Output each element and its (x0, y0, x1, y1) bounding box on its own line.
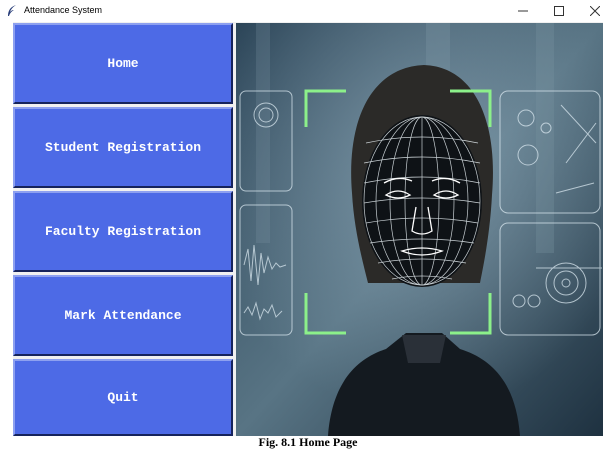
close-icon (590, 6, 600, 16)
figure-caption: Fig. 8.1 Home Page (258, 435, 358, 449)
maximize-icon (554, 6, 564, 16)
student-registration-button[interactable]: Student Registration (13, 107, 233, 188)
close-button[interactable] (576, 0, 614, 22)
main-window: Home Student Registration Faculty Regist… (13, 22, 603, 436)
mark-attendance-button[interactable]: Mark Attendance (13, 275, 233, 356)
minimize-icon (518, 10, 528, 12)
maximize-button[interactable] (540, 0, 578, 22)
quit-button[interactable]: Quit (13, 359, 233, 436)
face-recognition-image (236, 23, 603, 436)
title-bar: Attendance System (0, 0, 616, 22)
face-recognition-icon (236, 23, 603, 436)
minimize-button[interactable] (504, 0, 542, 22)
feather-icon (8, 5, 16, 16)
faculty-registration-button[interactable]: Faculty Registration (13, 191, 233, 272)
home-button[interactable]: Home (13, 23, 233, 104)
window-title: Attendance System (24, 5, 103, 15)
